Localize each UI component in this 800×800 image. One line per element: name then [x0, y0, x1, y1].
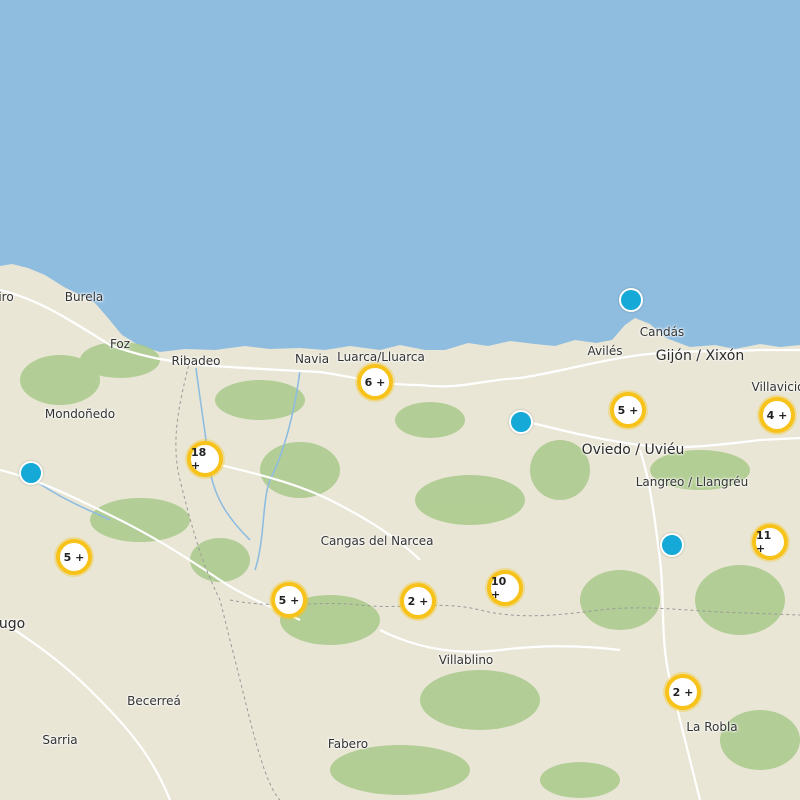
place-label: Sarria — [42, 733, 78, 747]
place-label: Ribadeo — [171, 354, 221, 368]
place-label: Avilés — [587, 344, 623, 358]
place-label: Villavicio — [751, 380, 800, 394]
sea-area — [0, 0, 800, 352]
cluster-marker[interactable]: 5 + — [610, 392, 646, 428]
cluster-marker[interactable]: 18 + — [187, 441, 223, 477]
cluster-marker[interactable]: 5 + — [271, 582, 307, 618]
place-label: Langreo / Llangréu — [635, 475, 749, 489]
location-marker[interactable] — [660, 533, 684, 557]
place-label: Fabero — [327, 737, 369, 751]
map-canvas[interactable]: iro Burela Foz Ribadeo Navia Luarca/Lluarca Av… — [0, 0, 800, 800]
place-label: Candás — [639, 325, 685, 339]
place-label: ugo — [0, 616, 26, 632]
cluster-marker[interactable]: 2 + — [400, 583, 436, 619]
place-label: La Robla — [686, 720, 738, 734]
place-label: Becerreá — [127, 694, 181, 708]
cluster-marker[interactable]: 6 + — [357, 364, 393, 400]
cluster-marker[interactable]: 2 + — [665, 674, 701, 710]
cluster-marker[interactable]: 5 + — [56, 539, 92, 575]
place-label: Gijón / Xixón — [655, 348, 745, 364]
location-marker[interactable] — [19, 461, 43, 485]
location-marker[interactable] — [509, 410, 533, 434]
place-label: iro — [0, 290, 14, 304]
place-label: Foz — [109, 337, 131, 351]
place-label: Oviedo / Uviéu — [581, 442, 685, 458]
cluster-marker[interactable]: 10 + — [487, 570, 523, 606]
location-marker[interactable] — [619, 288, 643, 312]
place-label: Mondoñedo — [44, 407, 116, 421]
cluster-marker[interactable]: 4 + — [759, 397, 795, 433]
place-label: Villablino — [438, 653, 494, 667]
place-label: Burela — [64, 290, 104, 304]
cluster-marker[interactable]: 11 + — [752, 524, 788, 560]
place-label: Luarca/Lluarca — [337, 350, 425, 364]
place-label: Navia — [294, 352, 330, 366]
place-label: Cangas del Narcea — [320, 534, 434, 548]
